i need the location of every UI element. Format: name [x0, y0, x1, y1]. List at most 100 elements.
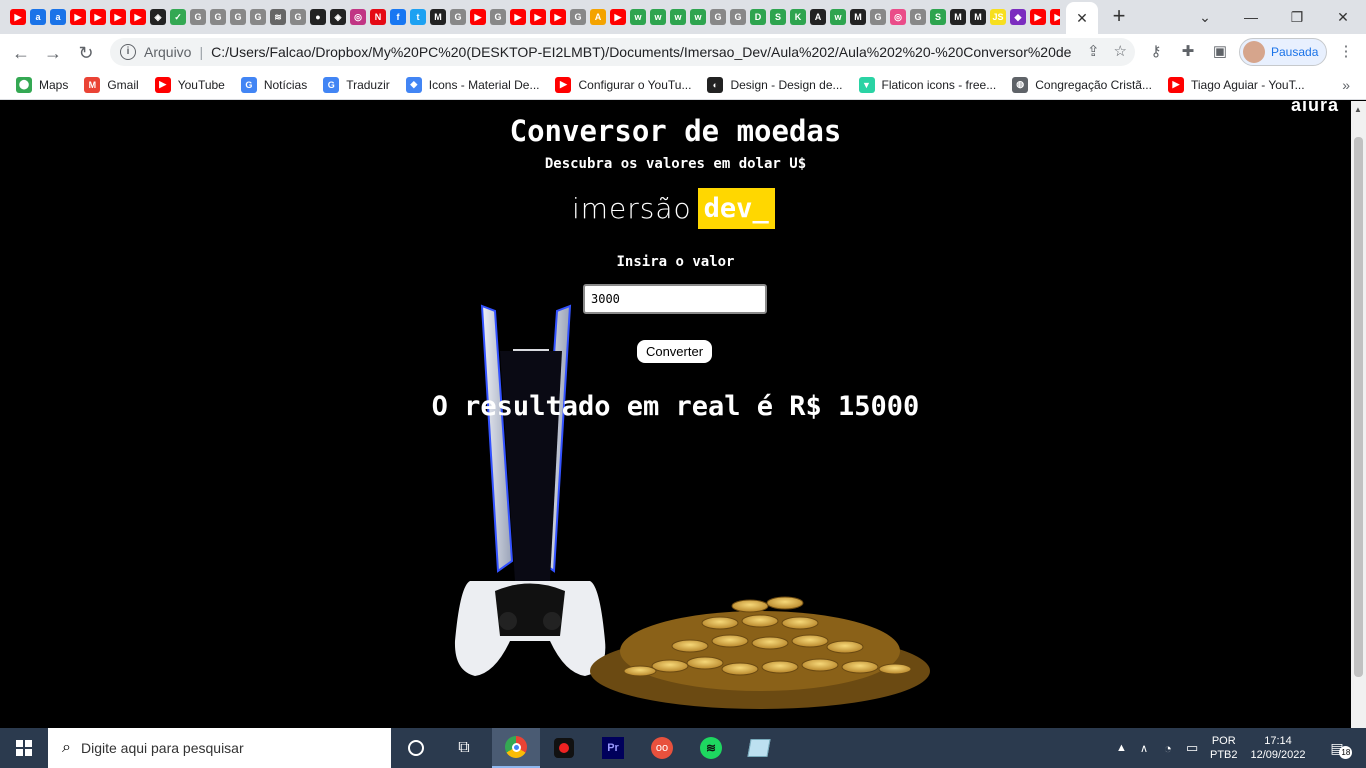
profile-button[interactable]: Pausada: [1239, 38, 1327, 66]
bookmark-item[interactable]: G Notícias: [240, 76, 307, 93]
google-icon[interactable]: G: [230, 9, 246, 25]
app-icon[interactable]: a: [30, 9, 46, 25]
recorder-icon[interactable]: [540, 728, 588, 768]
bookmark-item[interactable]: ▼ Flaticon icons - free...: [858, 76, 996, 93]
back-icon[interactable]: ←: [10, 42, 32, 64]
app-icon[interactable]: ◆: [1010, 9, 1026, 25]
check-icon[interactable]: ✓: [170, 9, 186, 25]
google-icon[interactable]: G: [870, 9, 886, 25]
google-icon[interactable]: G: [910, 9, 926, 25]
youtube-icon[interactable]: ▶: [130, 9, 146, 25]
chrome-icon[interactable]: [492, 728, 540, 768]
google-icon[interactable]: G: [190, 9, 206, 25]
value-input[interactable]: [583, 284, 767, 314]
active-tab[interactable]: ✕: [1066, 2, 1098, 34]
menu-icon[interactable]: ⋮: [1336, 42, 1356, 62]
url-text[interactable]: C:/Users/Falcao/Dropbox/My%20PC%20(DESKT…: [211, 44, 1071, 60]
youtube-icon[interactable]: ▶: [70, 9, 86, 25]
close-window-button[interactable]: ✕: [1320, 0, 1366, 34]
scroll-up-icon[interactable]: ▲: [1354, 105, 1362, 114]
bookmark-item[interactable]: ◆ Icons - Material De...: [405, 76, 539, 93]
app-icon[interactable]: D: [750, 9, 766, 25]
battery-icon[interactable]: ▭: [1186, 728, 1198, 768]
reload-icon[interactable]: ↻: [75, 42, 97, 64]
codepen-icon[interactable]: ◈: [150, 9, 166, 25]
youtube-icon[interactable]: ▶: [1030, 9, 1046, 25]
bookmark-item[interactable]: ▶ YouTube: [154, 76, 225, 93]
youtube-icon[interactable]: ▶: [10, 9, 26, 25]
youtube-icon[interactable]: ▶: [510, 9, 526, 25]
google-icon[interactable]: G: [450, 9, 466, 25]
app-icon[interactable]: w: [690, 9, 706, 25]
youtube-icon[interactable]: ▶: [1050, 9, 1060, 25]
bookmark-item[interactable]: G Traduzir: [323, 76, 390, 93]
minimize-button[interactable]: —: [1228, 0, 1274, 34]
twitter-icon[interactable]: t: [410, 9, 426, 25]
address-bar[interactable]: i Arquivo | C:/Users/Falcao/Dropbox/My%2…: [110, 38, 1135, 66]
notifications-icon[interactable]: ▤ 18: [1322, 728, 1353, 768]
app-icon[interactable]: ◎: [890, 9, 906, 25]
language-indicator[interactable]: POR PTB2: [1210, 728, 1238, 768]
youtube-icon[interactable]: ▶: [90, 9, 106, 25]
forward-icon[interactable]: →: [42, 42, 64, 64]
app-icon[interactable]: w: [830, 9, 846, 25]
google-icon[interactable]: G: [570, 9, 586, 25]
sidepanel-icon[interactable]: ▣: [1210, 42, 1230, 62]
github-icon[interactable]: ●: [310, 9, 326, 25]
app-icon[interactable]: S: [930, 9, 946, 25]
app-icon[interactable]: oo: [638, 728, 686, 768]
bookmark-item[interactable]: ▶ Tiago Aguiar - YouT...: [1167, 76, 1305, 93]
medium-icon[interactable]: M: [850, 9, 866, 25]
tray-scroll-icon[interactable]: ▲: [1116, 728, 1127, 768]
medium-icon[interactable]: M: [430, 9, 446, 25]
youtube-icon[interactable]: ▶: [470, 9, 486, 25]
extensions-icon[interactable]: ✚: [1178, 42, 1198, 62]
google-icon[interactable]: G: [290, 9, 306, 25]
google-icon[interactable]: G: [210, 9, 226, 25]
bookmark-star-icon[interactable]: ☆: [1114, 42, 1127, 60]
instagram-icon[interactable]: ◎: [350, 9, 366, 25]
youtube-icon[interactable]: ▶: [550, 9, 566, 25]
bookmark-item[interactable]: ◐ Design - Design de...: [707, 76, 843, 93]
youtube-icon[interactable]: ▶: [530, 9, 546, 25]
app-icon[interactable]: w: [670, 9, 686, 25]
task-view-icon[interactable]: ⧉: [440, 728, 488, 768]
close-icon[interactable]: ✕: [1076, 10, 1088, 27]
restore-button[interactable]: ❐: [1274, 0, 1320, 34]
scrollbar-thumb[interactable]: [1354, 137, 1363, 677]
google-icon[interactable]: G: [250, 9, 266, 25]
app-icon[interactable]: w: [650, 9, 666, 25]
app-icon[interactable]: K: [790, 9, 806, 25]
google-icon[interactable]: G: [710, 9, 726, 25]
app-icon[interactable]: A: [590, 9, 606, 25]
bookmark-item[interactable]: ▶ Configurar o YouTu...: [555, 76, 691, 93]
js-icon[interactable]: JS: [990, 9, 1006, 25]
codepen-icon[interactable]: ◈: [330, 9, 346, 25]
show-hidden-icons[interactable]: ∧: [1140, 728, 1148, 768]
bookmark-item[interactable]: ◍ Congregação Cristã...: [1012, 76, 1152, 93]
key-icon[interactable]: ⚷: [1146, 42, 1166, 62]
netflix-icon[interactable]: N: [370, 9, 386, 25]
app-icon[interactable]: w: [630, 9, 646, 25]
notes-app-icon[interactable]: [735, 728, 783, 768]
windows-start-button[interactable]: [0, 728, 48, 768]
app-icon[interactable]: a: [50, 9, 66, 25]
bookmarks-overflow-icon[interactable]: »: [1342, 77, 1350, 93]
app-icon[interactable]: ≋: [270, 9, 286, 25]
share-icon[interactable]: ⇪: [1087, 42, 1100, 60]
youtube-icon[interactable]: ▶: [610, 9, 626, 25]
app-icon[interactable]: S: [770, 9, 786, 25]
medium-icon[interactable]: M: [950, 9, 966, 25]
youtube-icon[interactable]: ▶: [110, 9, 126, 25]
spotify-icon[interactable]: ≋: [687, 728, 735, 768]
google-icon[interactable]: G: [490, 9, 506, 25]
taskbar-search[interactable]: ⌕ Digite aqui para pesquisar: [48, 728, 391, 768]
bookmark-item[interactable]: ⬤ Maps: [16, 76, 68, 93]
medium-icon[interactable]: M: [970, 9, 986, 25]
facebook-icon[interactable]: f: [390, 9, 406, 25]
cortana-icon[interactable]: [392, 728, 440, 768]
convert-button[interactable]: Converter: [637, 340, 712, 363]
network-icon[interactable]: ◔: [1164, 728, 1172, 768]
page-scrollbar[interactable]: ▲: [1351, 101, 1366, 728]
tab-search-icon[interactable]: ⌄: [1182, 0, 1228, 34]
